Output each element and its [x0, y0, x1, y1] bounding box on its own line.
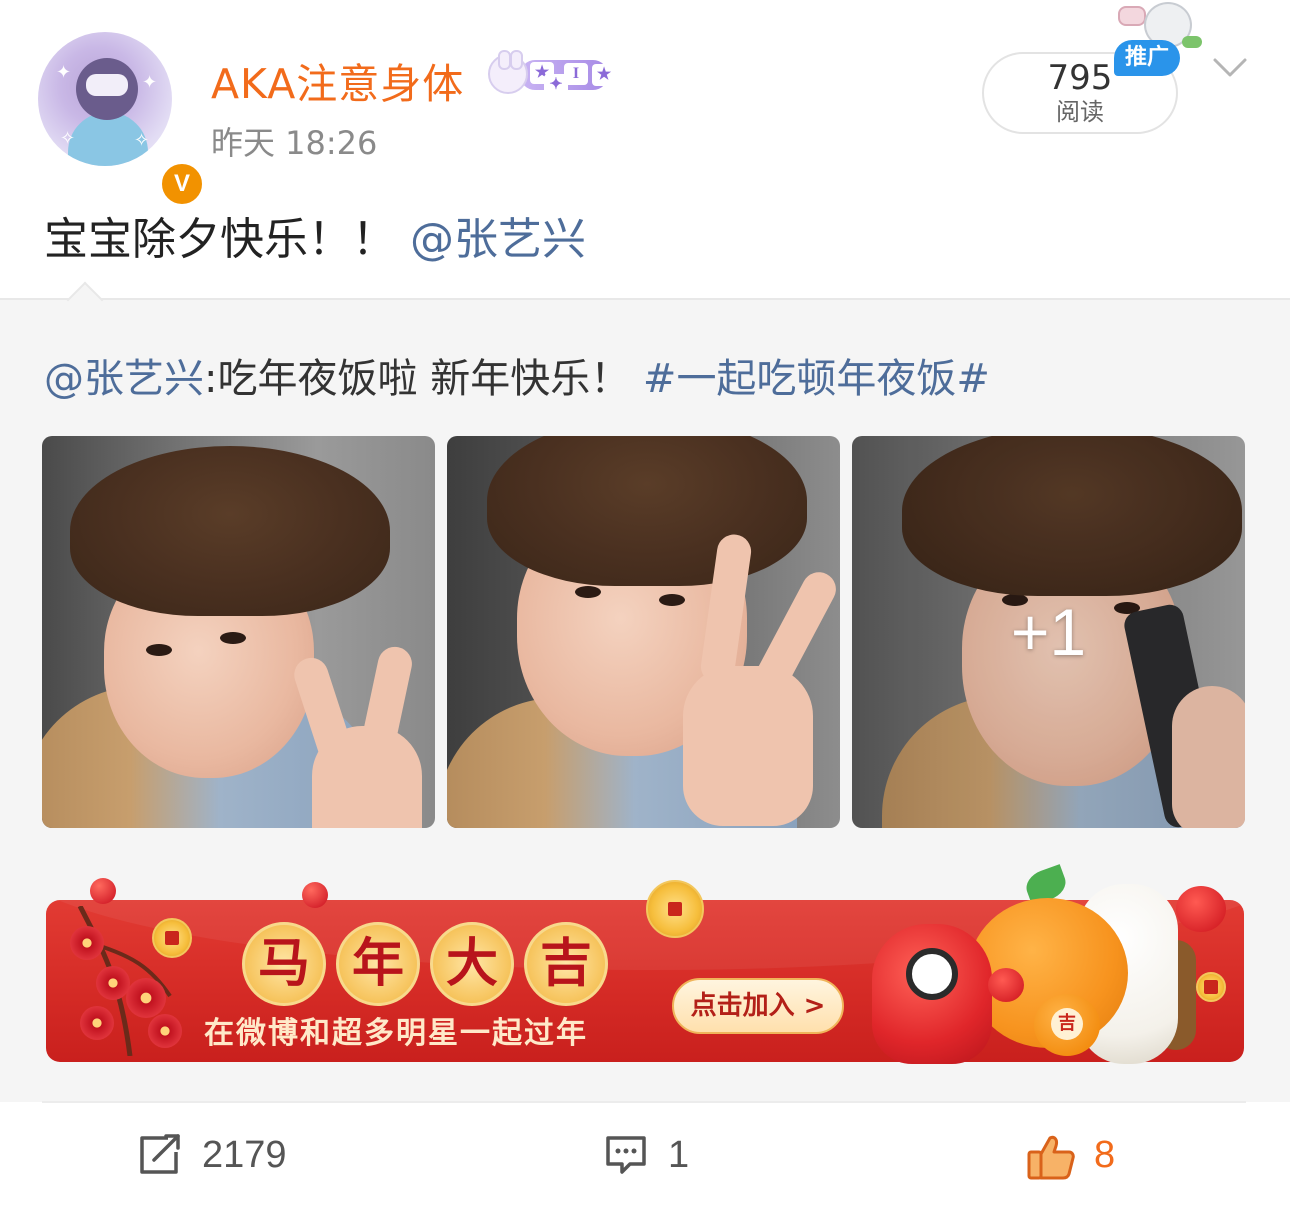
banner-title-char: 大	[430, 922, 514, 1006]
post-text: 宝宝除夕快乐！！ @张艺兴	[44, 203, 586, 267]
member-level-letter: I	[564, 63, 588, 85]
promo-tag: 推广	[1114, 40, 1180, 76]
banner-subtitle: 在微博和超多明星一起过年	[204, 1016, 588, 1051]
avatar-image: ✦ ✦ ✧ ✧	[38, 32, 172, 166]
repost-text: @张艺兴:吃年夜饭啦 新年快乐！ #一起吃顿年夜饭#	[44, 346, 990, 404]
new-year-promo-banner[interactable]: 马 年 大 吉 在微博和超多明星一起过年 点击加入 > 吉	[46, 864, 1244, 1064]
action-divider	[42, 1101, 1246, 1103]
thumbs-up-icon	[1027, 1135, 1075, 1180]
chevron-down-icon[interactable]	[1212, 50, 1248, 86]
repost-count: 2179	[202, 1134, 287, 1176]
post-mention-link[interactable]: @张艺兴	[410, 214, 586, 265]
banner-title-char: 年	[336, 922, 420, 1006]
repost-notch	[66, 281, 104, 319]
author-avatar[interactable]: ✦ ✦ ✧ ✧ V	[38, 32, 206, 208]
share-icon	[140, 1134, 180, 1174]
like-count: 8	[1094, 1134, 1116, 1176]
berry-icon	[90, 878, 116, 904]
repost-button[interactable]: 2179	[138, 1130, 308, 1180]
verified-badge-icon: V	[158, 160, 206, 208]
photo-1[interactable]	[42, 436, 435, 828]
repost-text-body: :吃年夜饭啦 新年快乐！	[204, 356, 631, 402]
join-button[interactable]: 点击加入 >	[672, 978, 844, 1034]
repost-mention-link[interactable]: @张艺兴	[44, 356, 204, 402]
author-name[interactable]: AKA注意身体	[211, 50, 464, 110]
coin-icon	[646, 880, 704, 938]
member-badge-icon[interactable]: ★ ✦ ★ I	[488, 50, 616, 96]
coin-icon	[1196, 972, 1226, 1002]
coin-icon	[152, 918, 192, 958]
read-label: 阅读	[1056, 98, 1104, 126]
weibo-post-card: ✦ ✦ ✧ ✧ V AKA注意身体 ★ ✦ ★ I 昨天 18:26 795 阅…	[0, 0, 1290, 1205]
lucky-badge: 吉	[1051, 1008, 1083, 1040]
post-text-body: 宝宝除夕快乐！！	[44, 214, 396, 265]
comment-button[interactable]: 1	[604, 1130, 704, 1180]
comment-count: 1	[668, 1134, 690, 1176]
lucky-orange-icon: 吉	[1034, 994, 1100, 1056]
comment-icon	[606, 1136, 646, 1174]
like-button[interactable]: 8	[1026, 1130, 1136, 1180]
lantern-icon	[1176, 886, 1226, 932]
hashtag-link[interactable]: #一起吃顿年夜饭#	[643, 356, 990, 402]
post-timestamp: 昨天 18:26	[211, 124, 378, 162]
lantern-icon	[988, 968, 1024, 1002]
banner-title-char: 马	[242, 922, 326, 1006]
mascot-eye	[906, 948, 958, 1000]
more-photos-count: +1	[1010, 595, 1087, 669]
photo-grid: +1	[42, 436, 1246, 828]
reposted-content[interactable]: @张艺兴:吃年夜饭啦 新年快乐！ #一起吃顿年夜饭# +1 马 年 大 吉 在微…	[0, 281, 1290, 1102]
photo-3[interactable]: +1	[852, 436, 1245, 828]
photo-2[interactable]	[447, 436, 840, 828]
banner-title-char: 吉	[524, 922, 608, 1006]
berry-icon	[302, 882, 328, 908]
banner-title: 马 年 大 吉	[242, 922, 612, 1006]
